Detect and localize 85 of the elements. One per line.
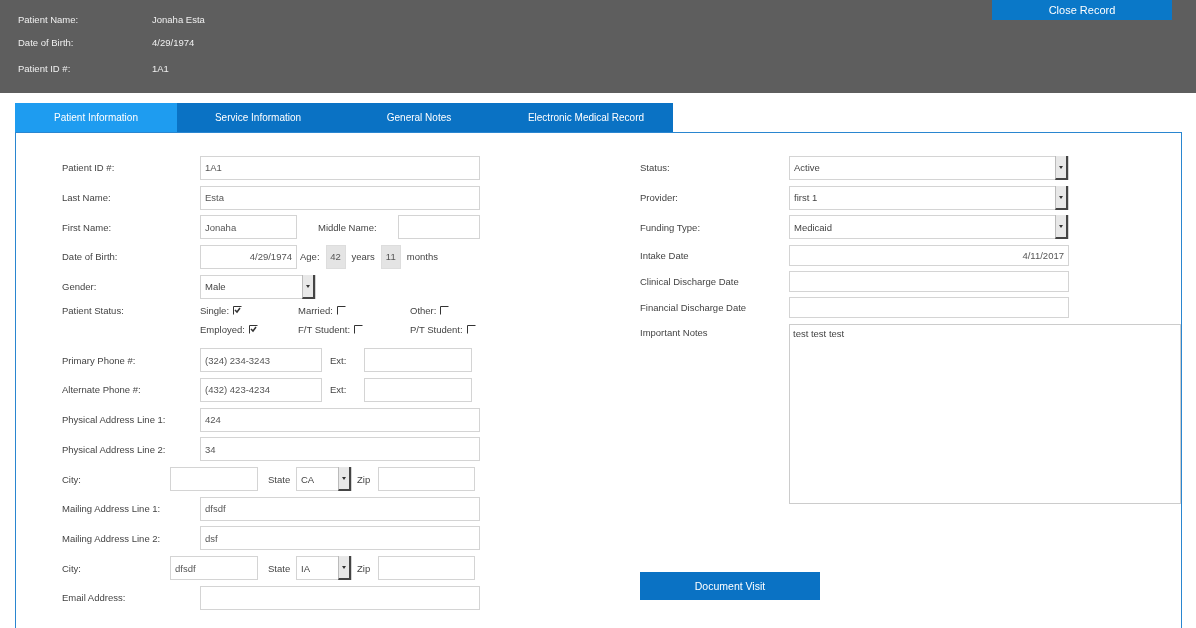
checkbox[interactable] — [336, 306, 346, 316]
field-label: Ext: — [329, 354, 348, 366]
field-label: Clinical Discharge Date — [640, 275, 740, 287]
field-label: Status: — [640, 162, 671, 174]
field-label: Important Notes — [640, 326, 709, 339]
field-label: months — [406, 251, 438, 263]
field-label: Ext: — [329, 384, 348, 396]
tab[interactable]: Electronic Medical Record — [499, 103, 673, 132]
input-field[interactable]: 34 — [200, 437, 480, 462]
input-field[interactable] — [364, 377, 472, 402]
checkbox-label: F/T Student: — [298, 324, 351, 336]
field-label: Middle Name: — [317, 221, 378, 233]
input-field[interactable]: 4/29/1974 — [200, 244, 297, 269]
field-label: Date of Birth: — [62, 251, 119, 263]
input-field[interactable]: (432) 423-4234 — [200, 377, 322, 402]
field-label: Patient Status: — [62, 305, 125, 317]
checkbox[interactable] — [440, 306, 450, 316]
checkbox[interactable] — [248, 325, 258, 335]
field-label: First Name: — [62, 221, 113, 233]
field-label: Zip — [356, 562, 372, 574]
close-record-button[interactable]: Close Record — [992, 0, 1172, 20]
input-field[interactable] — [170, 467, 258, 492]
notes-field[interactable]: test test test — [789, 324, 1181, 505]
field-label: Funding Type: — [640, 221, 702, 233]
field-label: State — [268, 562, 292, 574]
input-field[interactable] — [364, 348, 472, 373]
age-field: 42 — [325, 244, 346, 269]
checkbox-label: Single: — [200, 305, 230, 317]
date-field[interactable] — [789, 296, 1069, 318]
date-field[interactable]: 4/11/2017 — [789, 244, 1069, 266]
field-label: years — [351, 251, 375, 263]
input-field[interactable]: dfsdf — [170, 556, 258, 581]
tab[interactable]: Service Information — [177, 103, 339, 132]
field-label: State — [268, 473, 292, 485]
tab[interactable]: General Notes — [339, 103, 499, 132]
info-value: 4/29/1974 — [152, 37, 196, 48]
field-label: Primary Phone #: — [62, 354, 137, 366]
field-label: Age: — [300, 251, 320, 263]
field-label: Zip — [356, 473, 372, 485]
input-field[interactable]: 424 — [200, 407, 480, 432]
checkbox[interactable] — [233, 306, 243, 316]
info-value: Jonaha Esta — [152, 14, 205, 25]
age-field: 11 — [380, 244, 401, 269]
input-field[interactable] — [398, 215, 480, 240]
field-label: City: — [62, 562, 82, 574]
input-field[interactable] — [200, 585, 480, 610]
info-label: Patient Name: — [18, 14, 80, 25]
field-label: Patient ID #: — [62, 162, 116, 174]
checkbox[interactable] — [354, 325, 364, 335]
dropdown[interactable]: IA — [296, 556, 352, 581]
info-label: Date of Birth: — [18, 37, 75, 48]
dropdown[interactable]: first 1 — [789, 185, 1069, 210]
dropdown[interactable]: Male — [200, 274, 316, 299]
input-field[interactable]: Jonaha — [200, 215, 297, 240]
checkbox-label: Employed: — [200, 324, 245, 336]
input-field[interactable]: (324) 234-3243 — [200, 348, 322, 373]
dropdown[interactable]: Medicaid — [789, 215, 1069, 240]
input-field[interactable]: 1A1 — [200, 155, 480, 180]
field-label: Physical Address Line 1: — [62, 414, 167, 426]
checkbox-label: Other: — [410, 305, 437, 317]
info-value: 1A1 — [152, 63, 170, 74]
date-field[interactable] — [789, 270, 1069, 292]
info-label: Patient ID #: — [18, 63, 72, 74]
field-label: Provider: — [640, 192, 679, 204]
field-label: Last Name: — [62, 192, 112, 204]
document-visit-button[interactable]: Document Visit — [640, 572, 820, 601]
field-label: Mailing Address Line 2: — [62, 532, 162, 544]
checkbox-label: Married: — [298, 305, 333, 317]
dropdown[interactable]: CA — [296, 467, 352, 492]
field-label: Mailing Address Line 1: — [62, 503, 162, 515]
checkbox[interactable] — [466, 325, 476, 335]
dropdown[interactable]: Active — [789, 155, 1069, 180]
input-field[interactable] — [378, 556, 475, 581]
input-field[interactable]: dsf — [200, 526, 480, 551]
field-label: Alternate Phone #: — [62, 384, 142, 396]
field-label: City: — [62, 473, 82, 485]
field-label: Intake Date — [640, 249, 690, 261]
field-label: Gender: — [62, 281, 98, 293]
field-label: Email Address: — [62, 592, 127, 604]
field-label: Physical Address Line 2: — [62, 443, 167, 455]
input-field[interactable]: dfsdf — [200, 496, 480, 521]
input-field[interactable]: Esta — [200, 185, 480, 210]
field-label: Financial Discharge Date — [640, 301, 748, 313]
input-field[interactable] — [378, 467, 475, 492]
checkbox-label: P/T Student: — [410, 324, 463, 336]
